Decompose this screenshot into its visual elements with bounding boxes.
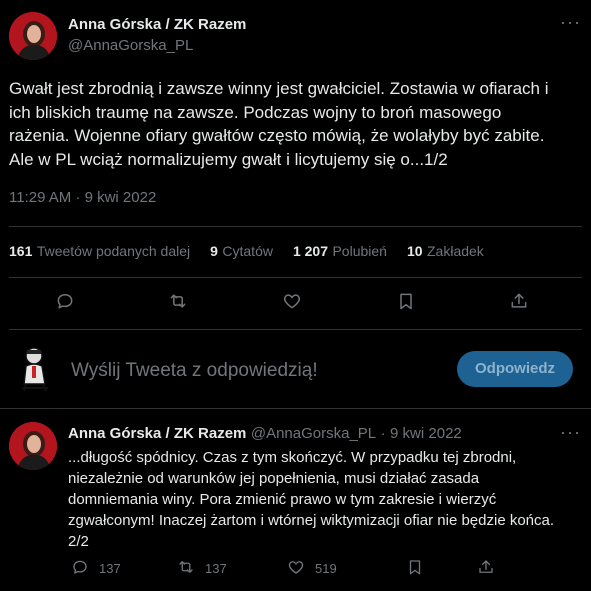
likes-stat[interactable]: 1 207 Polubień (293, 243, 387, 261)
likes-count: 1 207 (292, 243, 329, 259)
reply-retweet-action[interactable]: 137 (177, 558, 227, 579)
bookmark-icon[interactable] (396, 291, 416, 316)
quotes-label: Cytatów (222, 243, 273, 259)
more-icon[interactable]: ··· (560, 12, 581, 33)
divider (0, 408, 591, 409)
like-icon[interactable] (282, 291, 302, 316)
divider (9, 277, 582, 278)
reply-separator: · (380, 425, 386, 442)
like-count: 519 (315, 561, 337, 576)
divider (9, 226, 582, 227)
reply-input[interactable]: Wyślij Tweeta z odpowiedzią! (71, 360, 318, 382)
reply-header: Anna Górska / ZK Razem @AnnaGorska_PL · … (68, 425, 462, 443)
reply-count: 137 (99, 561, 121, 576)
reply-author-name[interactable]: Anna Górska / ZK Razem (68, 425, 246, 442)
quotes-count: 9 (210, 243, 218, 259)
tweet-timestamp[interactable]: 11:29 AM · 9 kwi 2022 (9, 189, 156, 206)
bookmarks-stat[interactable]: 10 Zakładek (407, 243, 484, 261)
reply-share-action[interactable] (477, 558, 495, 579)
reply-text: ...długość spódnicy. Czas z tym skończyć… (68, 449, 555, 550)
bookmark-icon (406, 558, 424, 579)
reply-icon[interactable] (55, 291, 75, 316)
retweets-stat[interactable]: 161 Tweetów podanych dalej (9, 243, 190, 261)
reply-like-action[interactable]: 519 (287, 558, 337, 579)
tweet-stats: 161 Tweetów podanych dalej 9 Cytatów 1 2… (9, 243, 484, 261)
user-avatar[interactable] (12, 344, 60, 392)
like-icon (287, 558, 305, 579)
retweet-icon[interactable] (168, 291, 188, 316)
tweet-text: Gwałt jest zbrodnią i zawsze winny jest … (9, 79, 549, 169)
retweets-label: Tweetów podanych dalej (36, 243, 191, 259)
author-handle[interactable]: @AnnaGorska_PL (68, 37, 193, 54)
author-avatar[interactable] (9, 12, 57, 60)
retweets-count: 161 (9, 243, 33, 259)
quotes-stat[interactable]: 9 Cytatów (210, 243, 273, 261)
reply-author-avatar[interactable] (9, 422, 57, 470)
reply-button[interactable]: Odpowiedz (457, 351, 573, 387)
divider (9, 329, 582, 330)
share-icon (477, 558, 495, 579)
bookmarks-label: Zakładek (427, 243, 484, 259)
retweet-icon (177, 558, 195, 579)
bookmarks-count: 10 (406, 243, 423, 259)
retweet-count: 137 (205, 561, 227, 576)
likes-label: Polubień (332, 243, 387, 259)
reply-date[interactable]: 9 kwi 2022 (390, 425, 462, 442)
reply-author-handle[interactable]: @AnnaGorska_PL (251, 425, 376, 442)
reply-icon (71, 558, 89, 579)
share-icon[interactable] (509, 291, 529, 316)
reply-more-icon[interactable]: ··· (560, 422, 581, 443)
reply-bookmark-action[interactable] (406, 558, 424, 579)
reply-reply-action[interactable]: 137 (71, 558, 121, 579)
author-name[interactable]: Anna Górska / ZK Razem (68, 16, 246, 33)
